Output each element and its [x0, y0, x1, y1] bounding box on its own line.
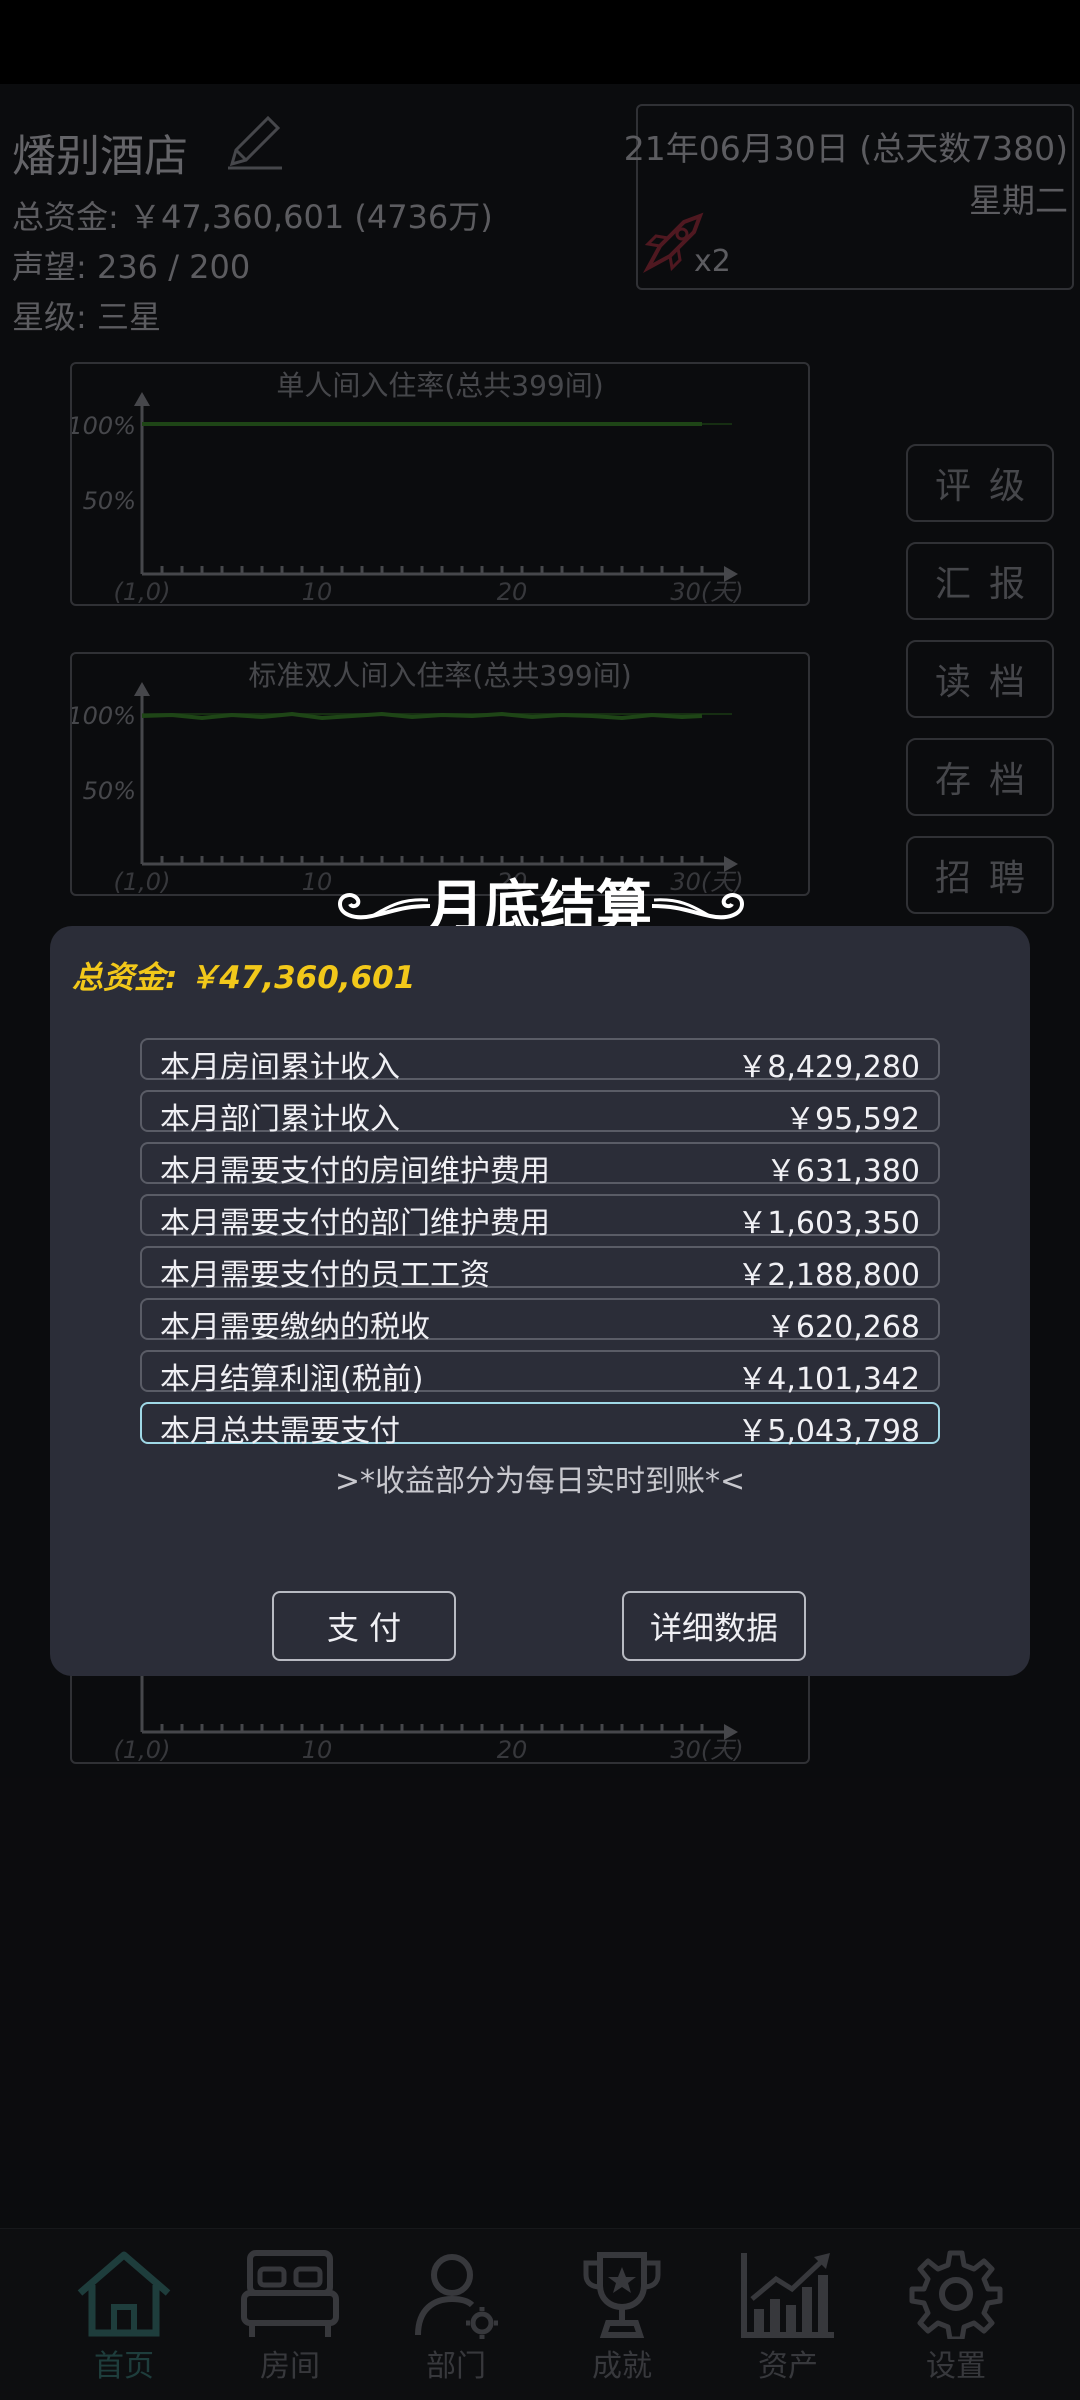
row-label: 本月部门累计收入	[160, 1102, 400, 1137]
settlement-row: 本月需要缴纳的税收 ￥620,268	[140, 1298, 940, 1345]
row-value: ￥620,268	[765, 1310, 920, 1345]
row-value: ￥4,101,342	[737, 1362, 920, 1397]
row-label: 本月结算利润(税前)	[160, 1362, 424, 1397]
row-label: 本月需要缴纳的税收	[160, 1310, 430, 1345]
row-label: 本月总共需要支付	[160, 1414, 400, 1449]
settlement-row: 本月房间累计收入 ￥8,429,280	[140, 1038, 940, 1085]
row-label: 本月房间累计收入	[160, 1050, 400, 1085]
settlement-row: 本月需要支付的员工工资 ￥2,188,800	[140, 1246, 940, 1293]
month-end-settlement-dialog: 总资金: ￥47,360,601 本月房间累计收入 ￥8,429,280 本月部…	[50, 926, 1030, 1676]
row-value: ￥95,592	[785, 1102, 920, 1137]
settlement-row: 本月需要支付的房间维护费用 ￥631,380	[140, 1142, 940, 1189]
row-value: ￥1,603,350	[737, 1206, 920, 1241]
income-note: >*收益部分为每日实时到账*<	[334, 1464, 746, 1499]
settlement-row: 本月结算利润(税前) ￥4,101,342	[140, 1350, 940, 1397]
right-flourish-icon	[651, 893, 745, 920]
row-value: ￥5,043,798	[737, 1414, 920, 1449]
row-value: ￥631,380	[765, 1154, 920, 1189]
settlement-row: 本月需要支付的部门维护费用 ￥1,603,350	[140, 1194, 940, 1241]
modal-total-funds: 总资金: ￥47,360,601	[72, 960, 416, 996]
status-bar	[0, 0, 1080, 84]
settlement-total-row: 本月总共需要支付 ￥5,043,798	[140, 1402, 940, 1449]
row-label: 本月需要支付的员工工资	[160, 1258, 490, 1293]
row-label: 本月需要支付的房间维护费用	[160, 1154, 550, 1189]
pay-button[interactable]: 支 付	[272, 1591, 456, 1661]
row-value: ￥8,429,280	[737, 1050, 920, 1085]
row-label: 本月需要支付的部门维护费用	[160, 1206, 550, 1241]
settlement-row: 本月部门累计收入 ￥95,592	[140, 1090, 940, 1137]
details-button[interactable]: 详细数据	[622, 1591, 806, 1661]
row-value: ￥2,188,800	[737, 1258, 920, 1293]
